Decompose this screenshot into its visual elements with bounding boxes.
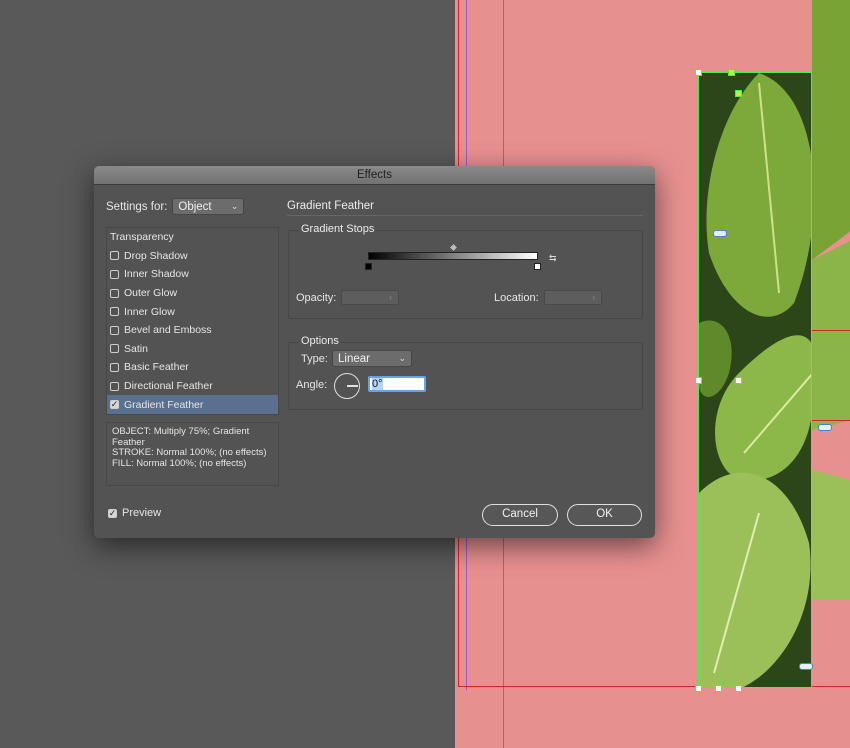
settings-for-label: Settings for: bbox=[106, 200, 168, 213]
selection-handle[interactable] bbox=[695, 377, 702, 384]
checkbox[interactable] bbox=[110, 344, 119, 354]
gradient-ramp[interactable] bbox=[368, 252, 538, 260]
dialog-title[interactable]: Effects bbox=[94, 166, 655, 185]
checkbox[interactable] bbox=[110, 251, 119, 261]
location-label: Location: bbox=[494, 292, 539, 304]
opacity-field: › bbox=[341, 290, 399, 305]
settings-for-value: Object bbox=[178, 200, 212, 213]
effect-item-label: Bevel and Emboss bbox=[124, 324, 212, 337]
content-grabber-icon[interactable] bbox=[818, 424, 832, 431]
leaf-image-frame[interactable] bbox=[698, 72, 812, 688]
chevron-down-icon: ⌄ bbox=[230, 201, 239, 211]
effect-item-basic-feather[interactable]: Basic Feather bbox=[107, 358, 278, 377]
effect-item-gradient-feather[interactable]: ✓ Gradient Feather bbox=[107, 395, 278, 414]
angle-dial-icon[interactable] bbox=[334, 373, 360, 399]
settings-for-select[interactable]: Object ⌄ bbox=[172, 198, 245, 215]
effect-item-label: Directional Feather bbox=[124, 380, 213, 393]
gradient-stop-end[interactable] bbox=[534, 263, 541, 270]
checkbox-checked[interactable]: ✓ bbox=[108, 508, 117, 518]
checkbox[interactable] bbox=[110, 325, 119, 335]
selection-handle[interactable] bbox=[735, 377, 742, 384]
angle-input[interactable]: 0° bbox=[368, 376, 426, 392]
preview-label: Preview bbox=[122, 507, 162, 519]
selection-handle[interactable] bbox=[735, 685, 742, 692]
effects-summary: OBJECT: Multiply 75%; Gradient Feather S… bbox=[106, 422, 279, 486]
checkbox[interactable] bbox=[110, 307, 119, 317]
leaf-image bbox=[699, 73, 811, 687]
type-label: Type: bbox=[301, 353, 328, 365]
summary-fill: FILL: Normal 100%; (no effects) bbox=[112, 457, 247, 469]
ok-button[interactable]: OK bbox=[567, 504, 642, 526]
effects-list-header[interactable]: Transparency bbox=[107, 228, 278, 247]
effect-item-label: Inner Glow bbox=[124, 305, 175, 318]
effect-item-outer-glow[interactable]: Outer Glow bbox=[107, 284, 278, 303]
frame-edge bbox=[812, 330, 850, 331]
angle-value: 0° bbox=[372, 378, 383, 390]
selection-handle[interactable] bbox=[715, 685, 722, 692]
effect-item-inner-glow[interactable]: Inner Glow bbox=[107, 302, 278, 321]
selection-handle[interactable] bbox=[695, 685, 702, 692]
selection-handle[interactable] bbox=[695, 69, 702, 76]
effect-item-satin[interactable]: Satin bbox=[107, 340, 278, 359]
effect-item-label: Inner Shadow bbox=[124, 268, 189, 281]
type-value: Linear bbox=[338, 352, 370, 365]
effect-item-label: Drop Shadow bbox=[124, 249, 188, 262]
effect-item-label: Gradient Feather bbox=[124, 398, 204, 411]
preview-toggle[interactable]: ✓ Preview bbox=[108, 507, 161, 519]
gradient-stops-group bbox=[288, 230, 643, 319]
effects-dialog: Effects Settings for: Object ⌄ Transpare… bbox=[94, 166, 655, 538]
checkbox[interactable] bbox=[110, 288, 119, 298]
effect-item-label: Basic Feather bbox=[124, 361, 189, 374]
selection-handle[interactable] bbox=[728, 69, 735, 76]
cancel-button[interactable]: Cancel bbox=[482, 504, 558, 526]
summary-object: OBJECT: Multiply 75%; Gradient Feather bbox=[112, 426, 250, 448]
options-label: Options bbox=[299, 335, 341, 347]
summary-stroke: STROKE: Normal 100%; (no effects) bbox=[112, 447, 267, 458]
effects-list: Transparency Drop Shadow Inner Shadow Ou… bbox=[106, 227, 279, 415]
reverse-gradient-icon[interactable]: ⇆ bbox=[549, 253, 557, 264]
content-grabber-icon[interactable] bbox=[799, 663, 813, 670]
chevron-down-icon: ⌄ bbox=[398, 353, 406, 363]
divider bbox=[287, 215, 643, 216]
gradient-stop-start[interactable] bbox=[365, 263, 372, 270]
selection-handle[interactable] bbox=[735, 90, 742, 97]
checkbox[interactable] bbox=[110, 269, 119, 279]
effect-item-directional-feather[interactable]: Directional Feather bbox=[107, 377, 278, 396]
gradient-stops-label: Gradient Stops bbox=[299, 223, 377, 235]
effect-item-label: Satin bbox=[124, 342, 148, 355]
leaf-overflow bbox=[812, 0, 850, 600]
location-field: › bbox=[544, 290, 602, 305]
checkbox-checked[interactable]: ✓ bbox=[110, 399, 119, 410]
checkbox[interactable] bbox=[110, 381, 119, 391]
frame-edge bbox=[812, 420, 850, 421]
angle-label: Angle: bbox=[296, 379, 328, 391]
opacity-label: Opacity: bbox=[296, 292, 337, 304]
effect-item-label: Outer Glow bbox=[124, 287, 178, 300]
content-grabber-icon[interactable] bbox=[713, 230, 727, 237]
settings-for-row: Settings for: Object ⌄ bbox=[106, 198, 245, 215]
effect-item-inner-shadow[interactable]: Inner Shadow bbox=[107, 265, 278, 284]
effect-item-bevel-emboss[interactable]: Bevel and Emboss bbox=[107, 321, 278, 340]
type-select[interactable]: Linear ⌄ bbox=[332, 350, 412, 367]
panel-title: Gradient Feather bbox=[287, 200, 374, 212]
checkbox[interactable] bbox=[110, 362, 119, 372]
effect-item-drop-shadow[interactable]: Drop Shadow bbox=[107, 247, 278, 266]
